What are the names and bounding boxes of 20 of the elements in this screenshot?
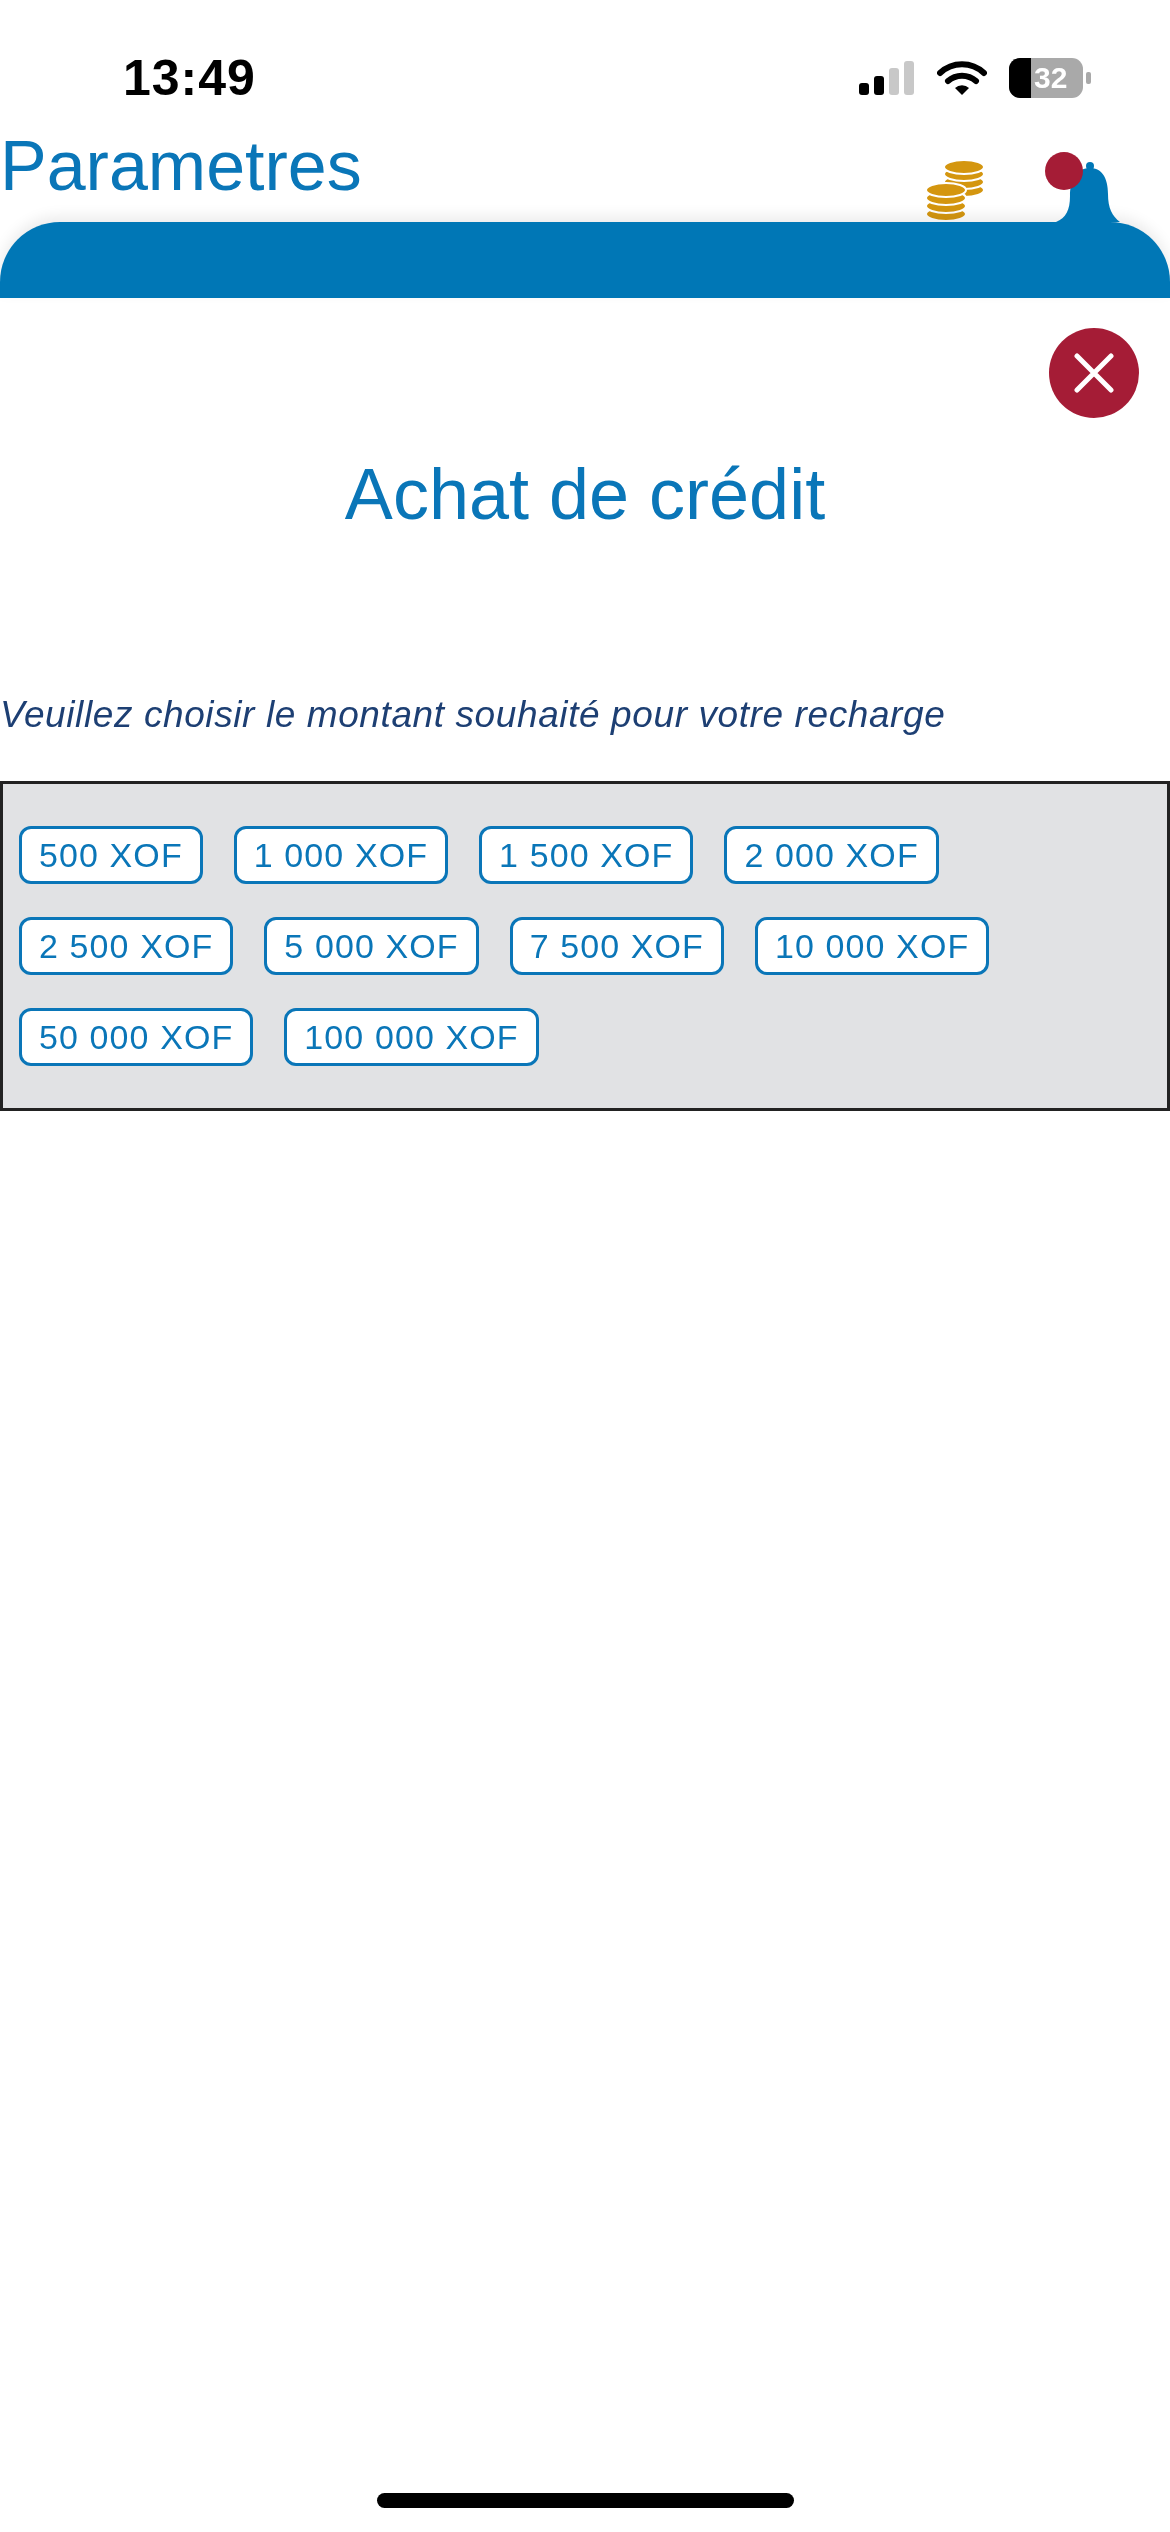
page-title: Parametres bbox=[0, 131, 362, 201]
amount-button[interactable]: 500 XOF bbox=[19, 826, 203, 884]
battery-percent: 32 bbox=[1034, 62, 1068, 94]
amount-button[interactable]: 7 500 XOF bbox=[509, 917, 724, 975]
wifi-icon bbox=[937, 60, 987, 96]
coins-icon[interactable] bbox=[924, 160, 986, 222]
amount-button[interactable]: 50 000 XOF bbox=[19, 1008, 254, 1066]
amount-button[interactable]: 5 000 XOF bbox=[264, 917, 479, 975]
close-icon bbox=[1074, 353, 1114, 393]
amount-button[interactable]: 1 500 XOF bbox=[479, 826, 694, 884]
amount-button[interactable]: 10 000 XOF bbox=[755, 917, 990, 975]
amount-button[interactable]: 2 500 XOF bbox=[19, 917, 234, 975]
prompt-text: Veuillez choisir le montant souhaité pour votre recharge bbox=[0, 693, 947, 737]
signal-icon bbox=[859, 61, 915, 95]
status-time: 13:49 bbox=[123, 49, 256, 108]
amount-button[interactable]: 2 000 XOF bbox=[724, 826, 939, 884]
amount-button[interactable]: 100 000 XOF bbox=[284, 1008, 539, 1066]
amount-button[interactable]: 1 000 XOF bbox=[233, 826, 449, 884]
dialog-title: Achat de crédit bbox=[343, 458, 827, 530]
battery-icon bbox=[1009, 58, 1091, 98]
